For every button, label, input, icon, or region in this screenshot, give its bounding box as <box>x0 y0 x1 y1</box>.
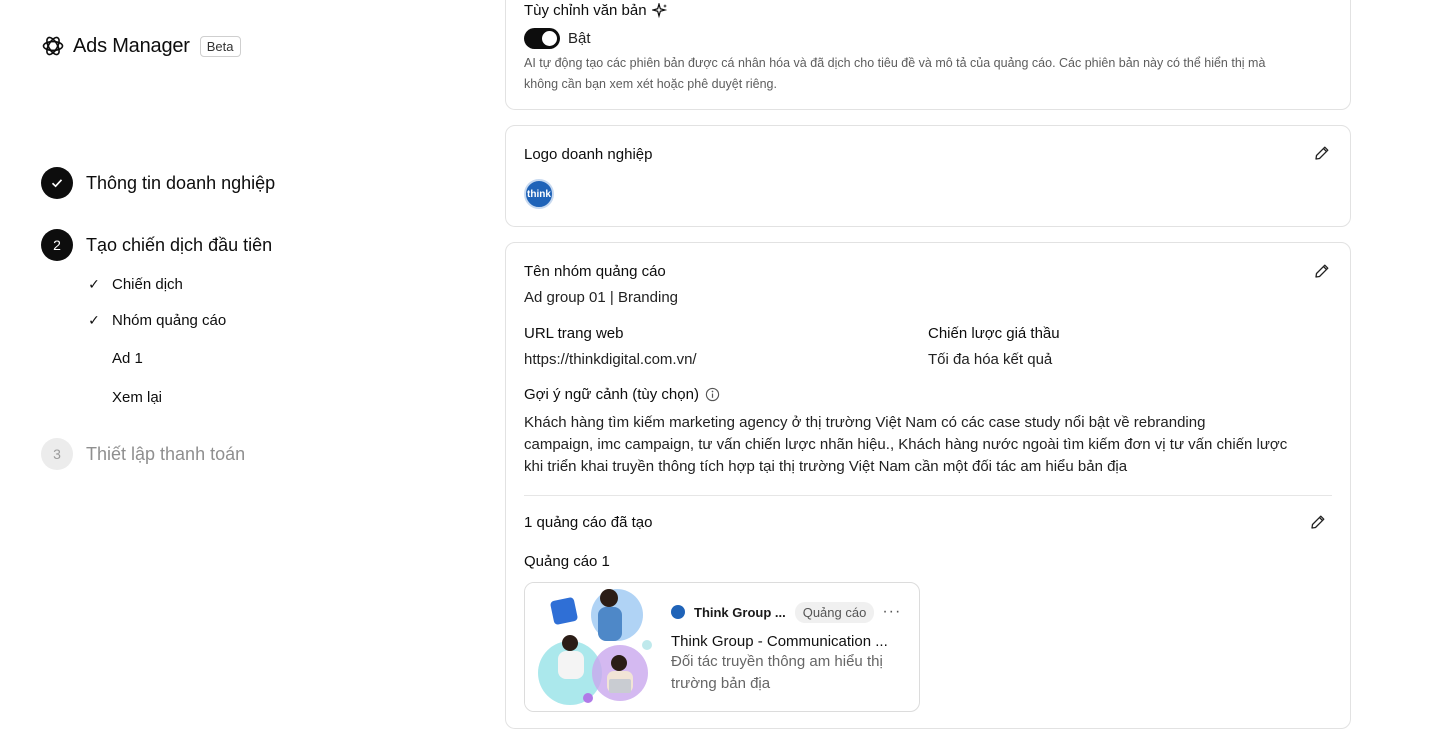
context-line: khi triển khai truyền thông tích hợp tại… <box>524 458 1128 475</box>
description-line: không cần bạn xem xét hoặc phê duyệt riê… <box>524 77 777 91</box>
step-complete-badge <box>41 167 73 199</box>
pencil-icon[interactable] <box>1314 145 1330 161</box>
sparkle-icon <box>651 2 667 18</box>
step-payment-setup[interactable]: 3 Thiết lập thanh toán <box>41 438 245 470</box>
substep-ad-group[interactable]: ✓ Nhóm quảng cáo <box>86 310 226 330</box>
step-label: Thông tin doanh nghiệp <box>86 172 276 193</box>
account-avatar <box>671 605 685 619</box>
url-label: URL trang web <box>524 325 624 342</box>
toggle-label: Bật <box>568 30 591 47</box>
step-create-campaign[interactable]: 2 Tạo chiến dịch đầu tiên <box>41 229 272 261</box>
step-number: 2 <box>41 229 73 261</box>
substep-ad-1[interactable]: Ad 1 <box>86 348 143 368</box>
ad-description-line: trường bản địa <box>671 675 771 692</box>
business-logo-image: think <box>524 179 554 209</box>
pencil-icon[interactable] <box>1310 514 1326 530</box>
check-icon <box>51 179 63 188</box>
divider <box>524 495 1332 496</box>
step-label: Tạo chiến dịch đầu tiên <box>86 234 273 255</box>
ad-title: Think Group - Communication ... <box>671 633 888 650</box>
sponsored-tag: Quảng cáo <box>794 601 875 623</box>
ai-toggle-row: Bật <box>524 28 591 49</box>
ad-label: Quảng cáo 1 <box>524 553 610 570</box>
url-value: https://thinkdigital.com.vn/ <box>524 351 697 368</box>
ad-description: Đối tác truyền thông am hiểu thị trường … <box>671 651 911 695</box>
step-label: Thiết lập thanh toán <box>86 443 246 464</box>
ad-preview-header: Think Group ... Quảng cáo ··· <box>671 601 911 623</box>
bid-strategy-value: Tối đa hóa kết quả <box>928 351 1053 368</box>
ad-group-card: Tên nhóm quảng cáo Ad group 01 | Brandin… <box>505 242 1351 729</box>
more-options-icon[interactable]: ··· <box>882 603 901 621</box>
ad-group-name-label: Tên nhóm quảng cáo <box>524 263 666 280</box>
ad-description-line: Đối tác truyền thông am hiểu thị <box>671 653 883 670</box>
check-icon: ✓ <box>88 311 100 328</box>
description-line: AI tự động tạo các phiên bản được cá nhâ… <box>524 56 1266 70</box>
openai-knot-icon <box>42 36 64 56</box>
step-business-info[interactable]: Thông tin doanh nghiệp <box>41 167 275 199</box>
ad-group-name-value: Ad group 01 | Branding <box>524 289 679 306</box>
substep-label: Xem lại <box>112 388 163 406</box>
customize-text-description: AI tự động tạo các phiên bản được cá nhâ… <box>524 53 1265 95</box>
business-logo-card: Logo doanh nghiệp think <box>505 125 1351 227</box>
ad-preview-body: Think Group ... Quảng cáo ··· Think Grou… <box>671 601 911 695</box>
substep-review[interactable]: Xem lại <box>86 387 162 407</box>
info-icon[interactable] <box>705 387 720 402</box>
bid-strategy-label: Chiến lược giá thầu <box>928 325 1060 342</box>
ads-count-label: 1 quảng cáo đã tạo <box>524 514 653 531</box>
brand: Ads Manager Beta <box>41 33 241 59</box>
step-number: 3 <box>41 438 73 470</box>
check-icon: ✓ <box>88 275 100 292</box>
business-logo-title: Logo doanh nghiệp <box>524 146 653 163</box>
customize-text-title: Tùy chỉnh văn bản <box>524 2 647 19</box>
substep-label: Chiến dịch <box>112 275 183 293</box>
pencil-icon[interactable] <box>1314 263 1330 279</box>
customize-text-heading: Tùy chỉnh văn bản <box>524 2 668 19</box>
substep-campaign[interactable]: ✓ Chiến dịch <box>86 274 183 294</box>
customize-text-card: Tùy chỉnh văn bản Bật AI tự động tạo các… <box>505 0 1351 110</box>
context-line: Khách hàng tìm kiếm marketing agency ở t… <box>524 414 1206 431</box>
context-line: campaign, imc campaign, tư vấn chiến lượ… <box>524 436 1288 453</box>
context-label: Gợi ý ngữ cảnh (tùy chọn) <box>524 386 699 403</box>
account-name: Think Group ... <box>694 604 786 620</box>
ad-creative-image <box>525 583 653 711</box>
substep-label: Ad 1 <box>112 349 143 367</box>
ad-preview-card[interactable]: Think Group ... Quảng cáo ··· Think Grou… <box>524 582 920 712</box>
ai-text-toggle[interactable] <box>524 28 560 49</box>
context-value: Khách hàng tìm kiếm marketing agency ở t… <box>524 412 1287 478</box>
beta-badge: Beta <box>199 35 241 57</box>
brand-title: Ads Manager <box>73 34 190 57</box>
context-heading: Gợi ý ngữ cảnh (tùy chọn) <box>524 386 720 403</box>
substep-label: Nhóm quảng cáo <box>112 311 227 329</box>
